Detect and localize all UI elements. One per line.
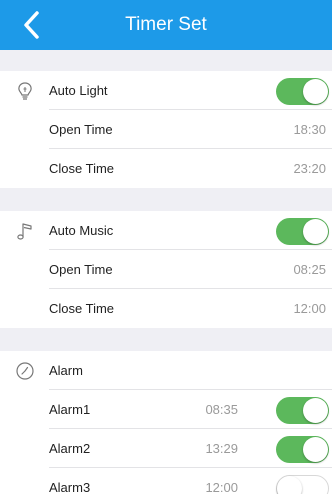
auto-music-toggle[interactable]: [276, 218, 329, 245]
light-open-time-row[interactable]: Open Time 18:30: [0, 110, 332, 149]
alarm2-time: 13:29: [205, 441, 238, 456]
toggle-knob: [303, 398, 328, 423]
close-time-label: Close Time: [49, 301, 115, 316]
alarm3-row[interactable]: Alarm3 12:00: [0, 468, 332, 494]
auto-light-row: Auto Light: [0, 71, 332, 110]
close-time-value: 12:00: [293, 301, 326, 316]
auto-light-toggle[interactable]: [276, 78, 329, 105]
nav-bar: Timer Set: [0, 0, 332, 50]
music-open-time-row[interactable]: Open Time 08:25: [0, 250, 332, 289]
alarm-header-row: Alarm: [0, 351, 332, 390]
alarm3-label: Alarm3: [49, 480, 91, 494]
alarm2-row[interactable]: Alarm2 13:29: [0, 429, 332, 468]
open-time-label: Open Time: [49, 122, 113, 137]
alarm-label: Alarm: [49, 363, 83, 378]
toggle-knob: [277, 476, 302, 494]
alarm1-time: 08:35: [205, 402, 238, 417]
alarm3-time: 12:00: [205, 480, 238, 494]
music-close-time-row[interactable]: Close Time 12:00: [0, 289, 332, 328]
open-time-value: 18:30: [293, 122, 326, 137]
alarm1-label: Alarm1: [49, 402, 91, 417]
clock-icon: [16, 362, 34, 380]
auto-light-section: Auto Light Open Time 18:30 Close Time 23…: [0, 71, 332, 188]
close-time-value: 23:20: [293, 161, 326, 176]
alarm3-toggle[interactable]: [276, 475, 329, 494]
music-note-icon: [17, 223, 32, 240]
auto-light-label: Auto Light: [49, 83, 108, 98]
open-time-label: Open Time: [49, 262, 113, 277]
auto-music-label: Auto Music: [49, 223, 114, 238]
open-time-value: 08:25: [293, 262, 326, 277]
page-title: Timer Set: [125, 14, 207, 35]
auto-music-section: Auto Music Open Time 08:25 Close Time 12…: [0, 211, 332, 328]
lightbulb-icon: [18, 82, 32, 100]
light-close-time-row[interactable]: Close Time 23:20: [0, 149, 332, 188]
alarm-section: Alarm Alarm1 08:35 Alarm2 13:29 Alarm3 1…: [0, 351, 332, 494]
close-time-label: Close Time: [49, 161, 115, 176]
alarm1-row[interactable]: Alarm1 08:35: [0, 390, 332, 429]
toggle-knob: [303, 79, 328, 104]
auto-music-row: Auto Music: [0, 211, 332, 250]
alarm1-toggle[interactable]: [276, 397, 329, 424]
alarm2-toggle[interactable]: [276, 436, 329, 463]
toggle-knob: [303, 219, 328, 244]
alarm2-label: Alarm2: [49, 441, 91, 456]
toggle-knob: [303, 437, 328, 462]
